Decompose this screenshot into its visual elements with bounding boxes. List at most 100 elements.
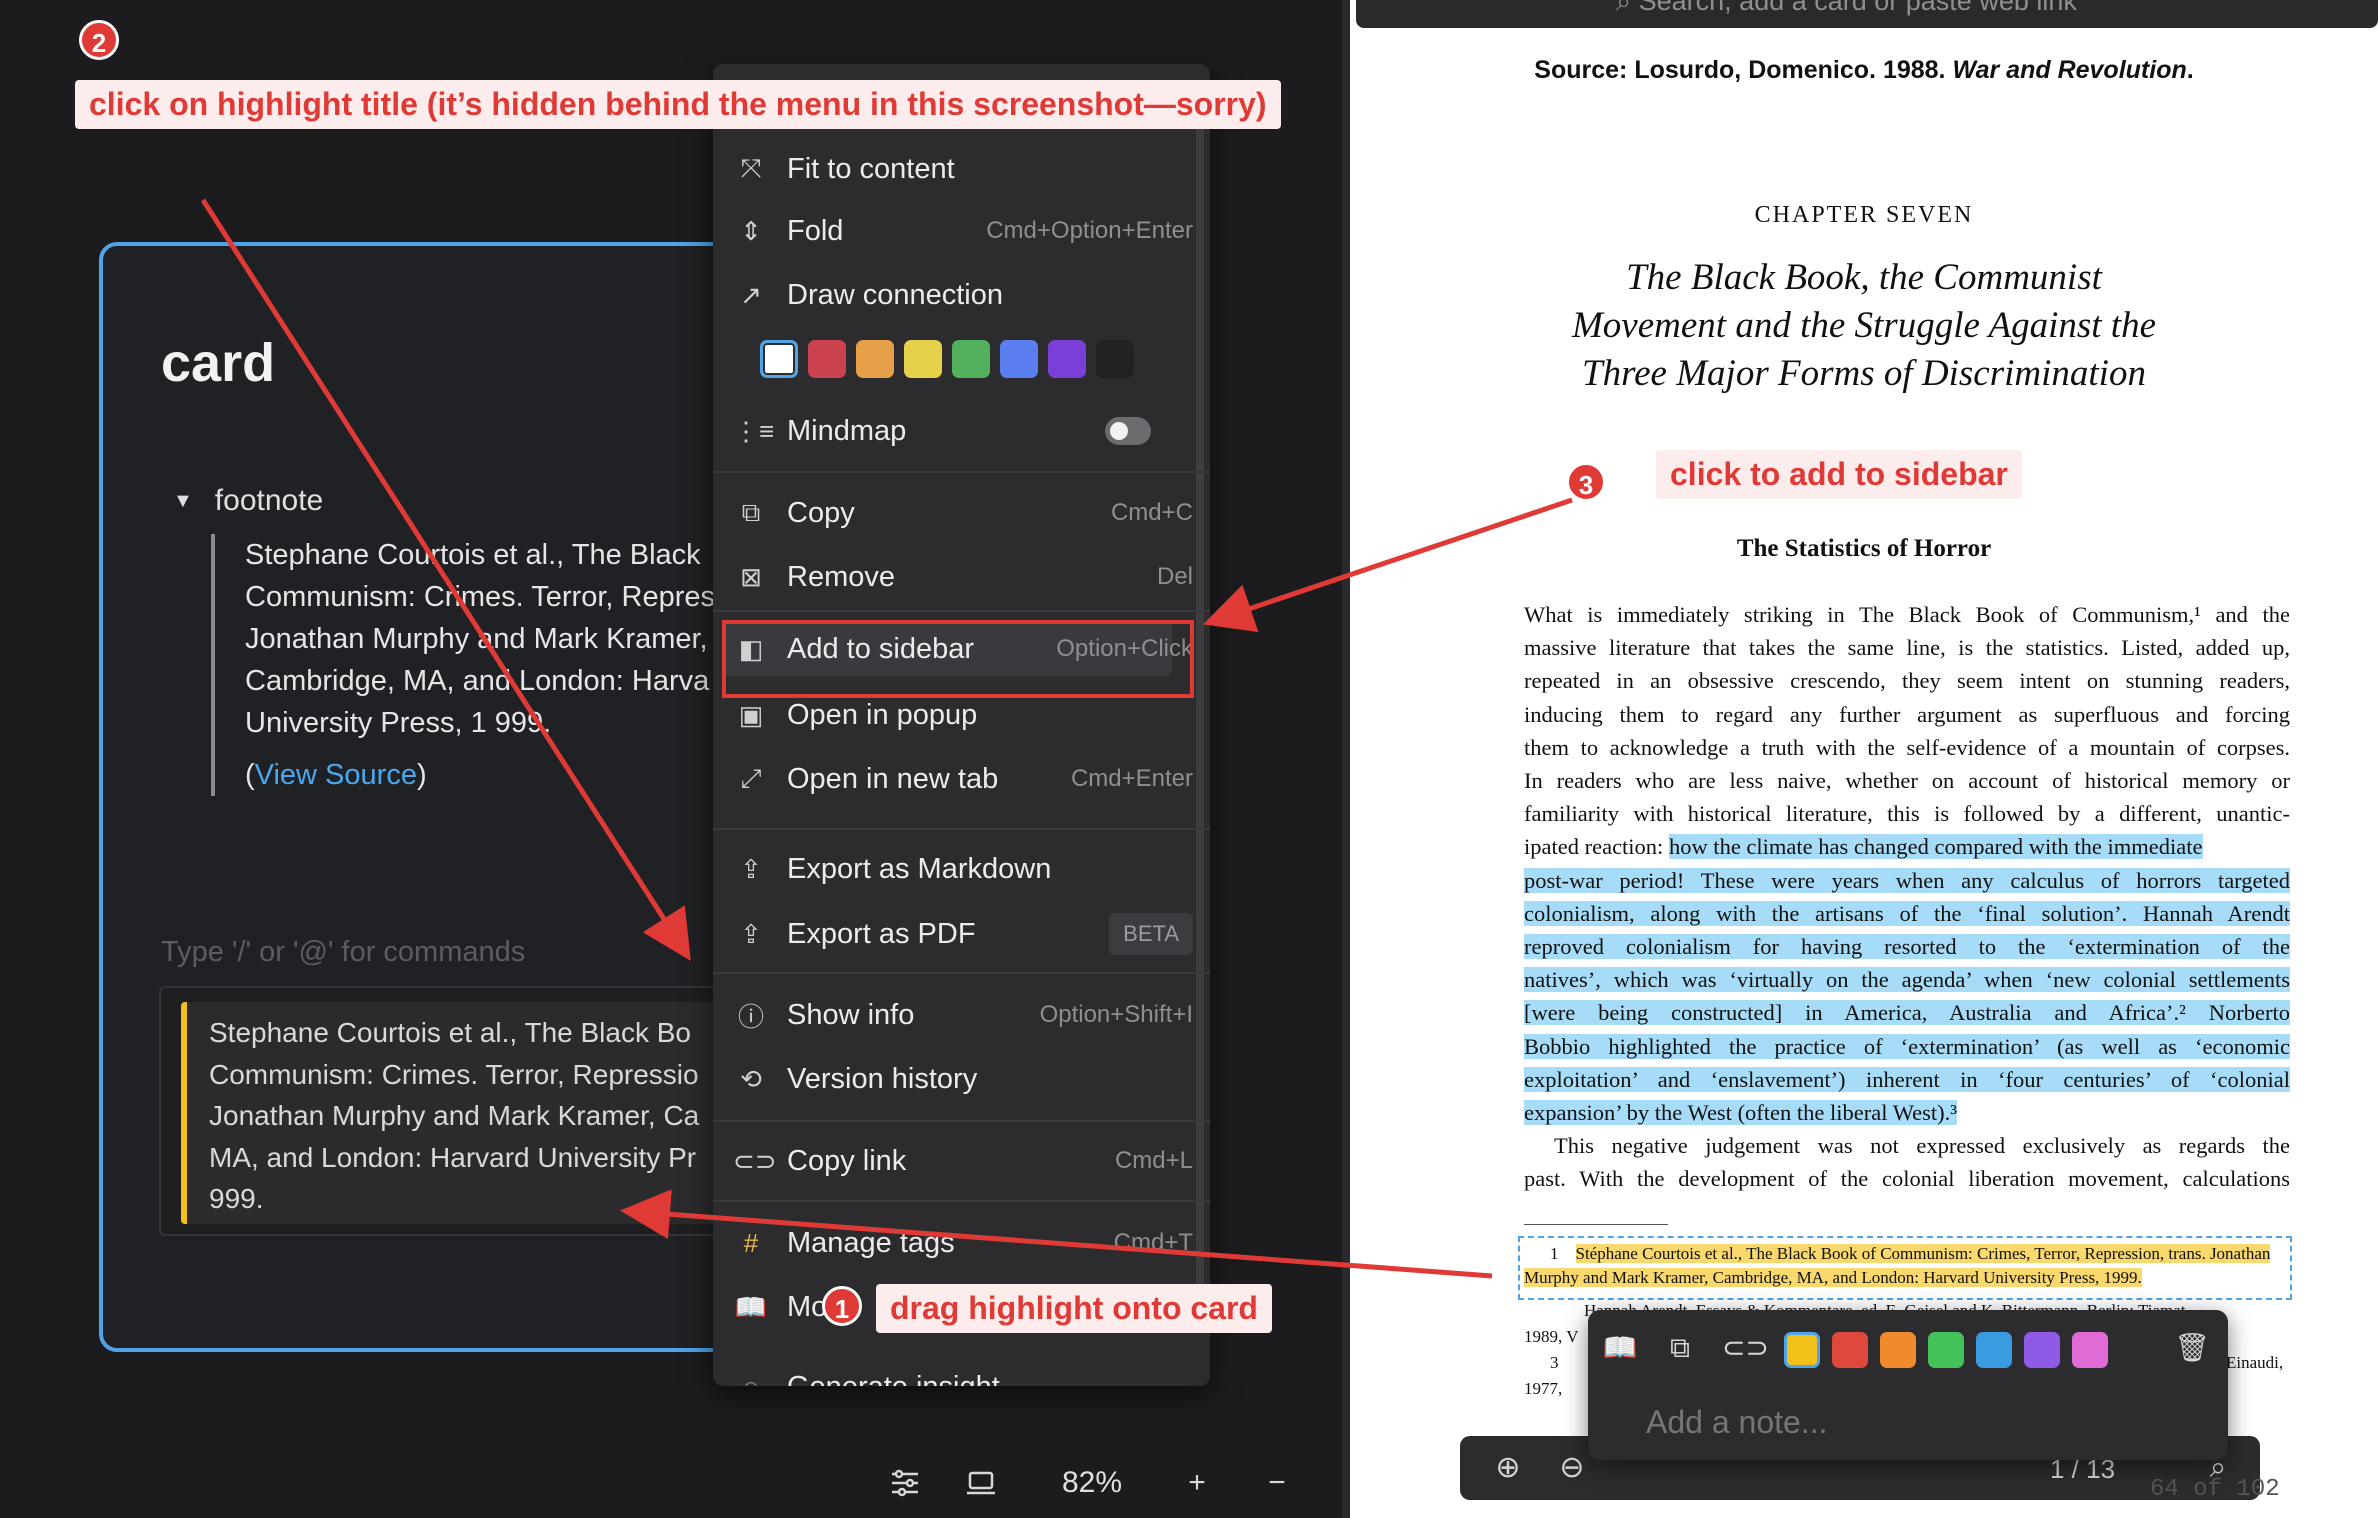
pdf-body-text: What is immediately striking in The Blac…	[1524, 598, 2290, 1196]
color-swatch[interactable]	[856, 340, 894, 378]
trash-icon[interactable]: 🗑	[2174, 1330, 2210, 1366]
settings-sliders-icon[interactable]	[888, 1466, 922, 1500]
color-swatch[interactable]	[1048, 340, 1086, 378]
highlight-color-swatch[interactable]	[1928, 1332, 1964, 1368]
highlight-color-swatch[interactable]	[1976, 1332, 2012, 1368]
color-swatch[interactable]	[1096, 340, 1134, 378]
menu-separator	[713, 828, 1210, 830]
export-icon: ⇪	[740, 853, 762, 884]
highlight-color-swatch[interactable]	[2024, 1332, 2060, 1368]
info-icon: ⓘ	[737, 1001, 764, 1032]
menu-item-generate-insight[interactable]: ◌ Generate insight	[733, 1362, 1193, 1387]
menu-shortcut: Cmd+L	[1114, 1147, 1193, 1174]
hashtag-icon: #	[743, 1227, 759, 1258]
step-3-callout: click to add to sidebar	[1656, 450, 2022, 499]
highlight-color-swatch[interactable]	[1880, 1332, 1916, 1368]
quote-line: Communism: Crimes. Terror, Repressio	[209, 1058, 699, 1090]
footnote-number: 1	[1550, 1244, 1559, 1263]
paren-open: (	[245, 759, 255, 791]
footnote-line: 1977,	[1524, 1379, 1563, 1398]
section-title: The Statistics of Horror	[1736, 535, 1992, 562]
footnote-highlight[interactable]: Murphy and Mark Kramer, Cambridge, MA, a…	[1524, 1268, 2142, 1287]
menu-separator	[713, 1120, 1210, 1122]
color-swatch[interactable]	[904, 340, 942, 378]
highlight-quote[interactable]: Stephane Courtois et al., The Black Bo C…	[181, 1002, 735, 1224]
text-highlight[interactable]: post-war period! These were years when a…	[1524, 867, 2290, 893]
menu-item-open-in-new-tab[interactable]: ⤢ Open in new tab Cmd+Enter	[733, 754, 1193, 804]
text-highlight[interactable]: exploitation’ and ‘enslavement’) inheren…	[1524, 1066, 2290, 1092]
highlight-color-swatch[interactable]	[1784, 1332, 1820, 1368]
collapse-triangle-icon[interactable]: ▼	[173, 490, 193, 513]
text-highlight[interactable]: reproved colonialism for having resorted…	[1524, 934, 2290, 960]
menu-shortcut: Cmd+T	[1113, 1229, 1193, 1256]
color-swatch[interactable]	[760, 340, 798, 378]
view-source-link[interactable]: View Source	[255, 759, 417, 791]
footnote-highlight[interactable]: Stéphane Courtois et al., The Black Book…	[1575, 1244, 2271, 1263]
menu-label: Show info	[787, 998, 915, 1031]
footnote-1[interactable]: 1 Stéphane Courtois et al., The Black Bo…	[1524, 1242, 2290, 1290]
menu-label: Generate insight	[787, 1371, 1193, 1387]
page-count: 64 of 102	[2150, 1476, 2280, 1503]
footnote-label: footnote	[214, 484, 324, 517]
card[interactable]: card ▼ footnote Stephane Courtois et al.,…	[99, 242, 739, 1352]
chapter-title-line: Movement and the Struggle Against the	[1571, 305, 2156, 346]
menu-item-manage-tags[interactable]: # Manage tags Cmd+T	[733, 1218, 1193, 1268]
footnote-line: Stephane Courtois et al., The Black	[245, 539, 701, 571]
command-input-placeholder[interactable]: Type '/' or '@' for commands	[161, 936, 525, 969]
menu-separator	[713, 610, 1210, 612]
menu-label: Fit to content	[787, 152, 955, 185]
highlight-color-swatch[interactable]	[1832, 1332, 1868, 1368]
quote-block[interactable]: Stephane Courtois et al., The Black Bo C…	[159, 986, 735, 1236]
pane-divider[interactable]	[1342, 0, 1350, 1518]
menu-label: Open in popup	[787, 698, 978, 731]
zoom-out-icon[interactable]: −	[1260, 1466, 1294, 1500]
note-input[interactable]	[1646, 1404, 2206, 1441]
step-1-badge: 1	[822, 1286, 862, 1326]
export-pdf-icon: ⇪	[740, 918, 762, 949]
menu-scrollbar[interactable]	[1196, 84, 1204, 1284]
link-icon[interactable]: ⊂⊃	[1722, 1330, 1769, 1366]
zoom-out-icon[interactable]: ⊖	[1554, 1450, 1590, 1486]
text-highlight[interactable]: how the climate has changed compared wit…	[1668, 834, 2203, 860]
menu-item-export-pdf[interactable]: ⇪ Export as PDF BETA	[733, 909, 1193, 959]
search-input[interactable]: ⌕ Search, add a card or paste web link	[1356, 0, 2378, 28]
footnote-line: Jonathan Murphy and Mark Kramer,	[245, 623, 708, 655]
menu-item-copy[interactable]: ⧉ Copy Cmd+C	[733, 488, 1193, 538]
body-line: massive literature that takes the same l…	[1524, 635, 2290, 661]
highlight-color-swatch[interactable]	[2072, 1332, 2108, 1368]
text-highlight[interactable]: Bobbio highlighted the practice of ‘exte…	[1524, 1033, 2290, 1059]
source-suffix: .	[2186, 56, 2194, 84]
text-highlight[interactable]: [were being constructed] in America, Aus…	[1524, 1000, 2290, 1026]
menu-item-fit-to-content[interactable]: ⤧ Fit to content	[733, 144, 1193, 194]
copy-icon[interactable]: ⧉	[1662, 1330, 1698, 1366]
text-highlight[interactable]: expansion’ by the West (often the libera…	[1524, 1100, 1958, 1126]
draw-connection-icon: ↗	[740, 279, 762, 310]
color-swatch[interactable]	[808, 340, 846, 378]
card-title[interactable]: card	[161, 332, 275, 394]
menu-item-remove[interactable]: ⊠ Remove Del	[733, 552, 1193, 602]
mindmap-toggle[interactable]	[1105, 417, 1151, 445]
book-icon[interactable]: 📖	[1602, 1330, 1638, 1366]
menu-item-copy-link[interactable]: ⊂⊃ Copy link Cmd+L	[733, 1136, 1193, 1186]
menu-item-fold[interactable]: ⇕ Fold Cmd+Option+Enter	[733, 206, 1193, 256]
color-swatch[interactable]	[1000, 340, 1038, 378]
chapter-label: CHAPTER SEVEN	[1754, 202, 1974, 228]
menu-item-draw-connection[interactable]: ↗ Draw connection	[733, 270, 1193, 320]
mindmap-icon: ⋮≡	[733, 415, 775, 446]
menu-item-mindmap[interactable]: ⋮≡ Mindmap	[733, 406, 1193, 456]
text-highlight[interactable]: natives’, which was ‘virtually on the ag…	[1524, 967, 2290, 993]
menu-item-export-markdown[interactable]: ⇪ Export as Markdown	[733, 844, 1193, 894]
step-2-badge: 2	[79, 20, 119, 60]
footnote-toggle[interactable]: ▼ footnote	[173, 484, 323, 518]
view-source-line: (View Source)	[245, 754, 735, 796]
color-swatch[interactable]	[952, 340, 990, 378]
zoom-in-icon[interactable]: +	[1180, 1466, 1214, 1500]
fit-to-content-icon: ⤧	[740, 153, 762, 183]
laptop-icon[interactable]	[964, 1466, 998, 1500]
menu-item-show-info[interactable]: ⓘ Show info Option+Shift+I	[733, 990, 1193, 1040]
text-highlight[interactable]: colonialism, along with the artisans of …	[1524, 900, 2290, 926]
menu-item-version-history[interactable]: ⟲ Version history	[733, 1054, 1193, 1104]
menu-shortcut: Cmd+Enter	[1070, 765, 1193, 792]
search-icon: ⌕	[1616, 0, 1639, 16]
zoom-in-icon[interactable]: ⊕	[1490, 1450, 1526, 1486]
